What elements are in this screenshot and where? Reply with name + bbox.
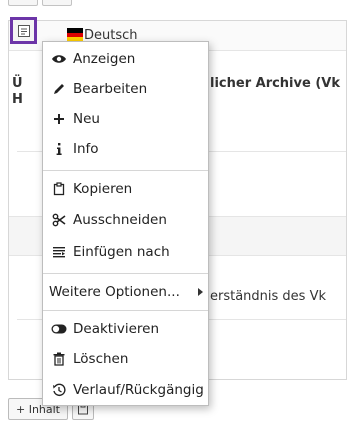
top-toolbar-strip (0, 0, 347, 8)
menu-item-more-options[interactable]: Weitere Optionen... (43, 278, 208, 306)
info-icon (51, 141, 67, 157)
eye-icon (51, 51, 67, 67)
menu-item-copy[interactable]: Kopieren (43, 175, 208, 203)
menu-item-history[interactable]: Verlauf/Rückgängig (43, 376, 208, 404)
toolbar-control[interactable] (42, 0, 72, 6)
menu-item-label: Weitere Optionen... (49, 284, 180, 300)
menu-separator (43, 170, 208, 171)
menu-item-new[interactable]: Neu (43, 105, 208, 133)
element-title-line2: H (12, 92, 23, 107)
menu-item-label: Info (73, 141, 99, 157)
copy-icon (51, 181, 67, 197)
trash-icon (51, 351, 67, 367)
menu-item-info[interactable]: Info (43, 135, 208, 163)
menu-item-deactivate[interactable]: Deaktivieren (43, 315, 208, 343)
menu-item-label: Löschen (73, 351, 129, 367)
submenu-arrow-icon (198, 288, 203, 296)
menu-item-label: Einfügen nach (73, 244, 170, 260)
menu-item-view[interactable]: Anzeigen (43, 45, 208, 73)
menu-item-label: Kopieren (73, 181, 133, 197)
plus-icon (51, 111, 67, 127)
element-title-start: Ü (12, 76, 23, 91)
menu-separator (43, 273, 208, 274)
german-flag-icon (67, 28, 83, 43)
menu-separator (43, 310, 208, 311)
menu-item-label: Neu (73, 111, 100, 127)
menu-item-cut[interactable]: Ausschneiden (43, 206, 208, 234)
menu-item-paste-after[interactable]: Einfügen nach (43, 238, 208, 266)
menu-item-label: Ausschneiden (73, 212, 167, 228)
toggle-icon (51, 321, 67, 337)
record-context-trigger[interactable] (10, 17, 37, 44)
menu-item-edit[interactable]: Bearbeiten (43, 75, 208, 103)
paste-after-icon (51, 244, 67, 260)
menu-item-label: Deaktivieren (73, 321, 159, 337)
menu-item-label: Bearbeiten (73, 81, 148, 97)
element-body-fragment: erständnis des Vk (210, 289, 327, 304)
pencil-icon (51, 81, 67, 97)
document-icon (17, 24, 30, 37)
menu-item-delete[interactable]: Löschen (43, 345, 208, 373)
menu-item-label: Verlauf/Rückgängig (73, 382, 204, 398)
menu-item-label: Anzeigen (73, 51, 136, 67)
element-title-fragment: licher Archive (Vk (210, 76, 340, 91)
toolbar-control[interactable] (8, 0, 38, 6)
context-menu: Anzeigen Bearbeiten Neu Info Kopieren Au… (42, 41, 209, 406)
history-icon (51, 382, 67, 398)
scissors-icon (51, 212, 67, 228)
